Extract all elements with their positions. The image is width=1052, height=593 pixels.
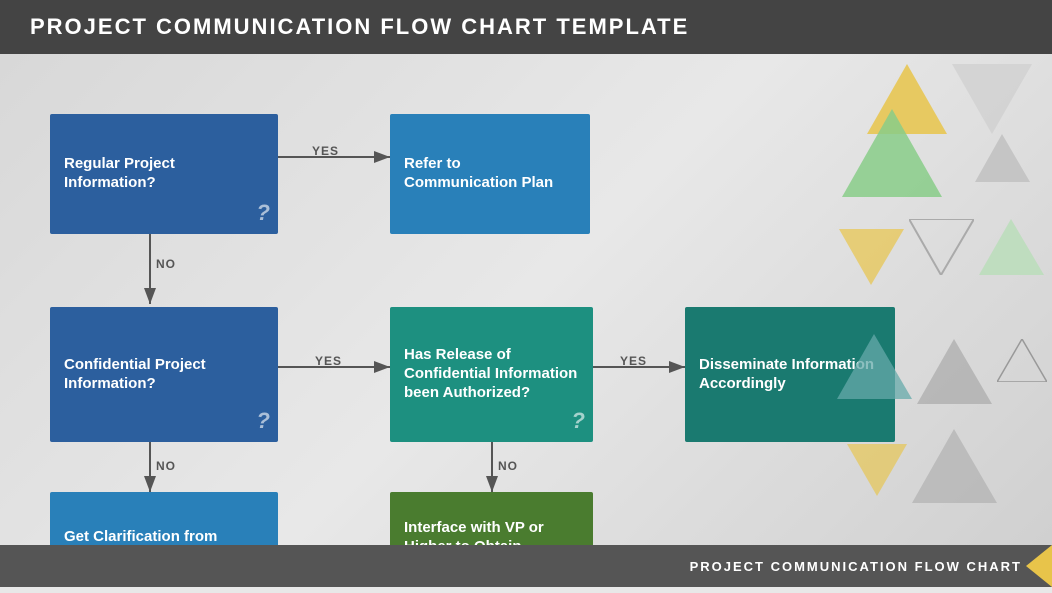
decorative-triangles bbox=[832, 54, 1052, 545]
no-label-2: NO bbox=[156, 459, 176, 473]
box-confidential-project-info: Confidential Project Information? ? bbox=[50, 307, 278, 442]
triangle-yellow-bottom bbox=[847, 444, 907, 496]
triangle-green-large bbox=[842, 109, 942, 197]
triangle-gray-top-right bbox=[952, 64, 1032, 134]
main-content: YES NO YES YES NO NO Regular Project Inf… bbox=[0, 54, 1052, 545]
box-has-release-authorized: Has Release of Confidential Information … bbox=[390, 307, 593, 442]
no-label-1: NO bbox=[156, 257, 176, 271]
question-mark-1: ? bbox=[257, 199, 270, 227]
footer-accent-triangle bbox=[1026, 545, 1052, 587]
triangle-lightgreen-mid bbox=[979, 219, 1044, 275]
triangle-yellow-mid bbox=[839, 229, 904, 285]
triangle-outline-lower bbox=[997, 339, 1047, 382]
triangle-gray-big-bottom bbox=[912, 429, 997, 503]
question-mark-2: ? bbox=[257, 407, 270, 435]
yes-label-1: YES bbox=[312, 144, 339, 158]
footer-title: PROJECT COMMUNICATION FLOW CHART bbox=[690, 559, 1022, 574]
no-label-3: NO bbox=[498, 459, 518, 473]
flowchart: YES NO YES YES NO NO Regular Project Inf… bbox=[20, 64, 840, 545]
box-refer-comm-plan: Refer to Communication Plan bbox=[390, 114, 590, 234]
page-title: PROJECT COMMUNICATION FLOW CHART TEMPLAT… bbox=[30, 14, 689, 39]
yes-label-3: YES bbox=[620, 354, 647, 368]
footer: PROJECT COMMUNICATION FLOW CHART bbox=[0, 545, 1052, 587]
triangle-gray-small-1 bbox=[975, 134, 1030, 182]
yes-label-2: YES bbox=[315, 354, 342, 368]
triangle-gray-outline bbox=[909, 219, 974, 275]
triangle-gray-lower bbox=[917, 339, 992, 404]
header: PROJECT COMMUNICATION FLOW CHART TEMPLAT… bbox=[0, 0, 1052, 54]
box-interface-vp: Interface with VP or Higher to Obtain Ap… bbox=[390, 492, 593, 545]
box-regular-project-info: Regular Project Information? ? bbox=[50, 114, 278, 234]
question-mark-3: ? bbox=[572, 407, 585, 435]
box-get-clarification: Get Clarification from Project Sponsor bbox=[50, 492, 278, 545]
triangle-teal-lower bbox=[837, 334, 912, 399]
